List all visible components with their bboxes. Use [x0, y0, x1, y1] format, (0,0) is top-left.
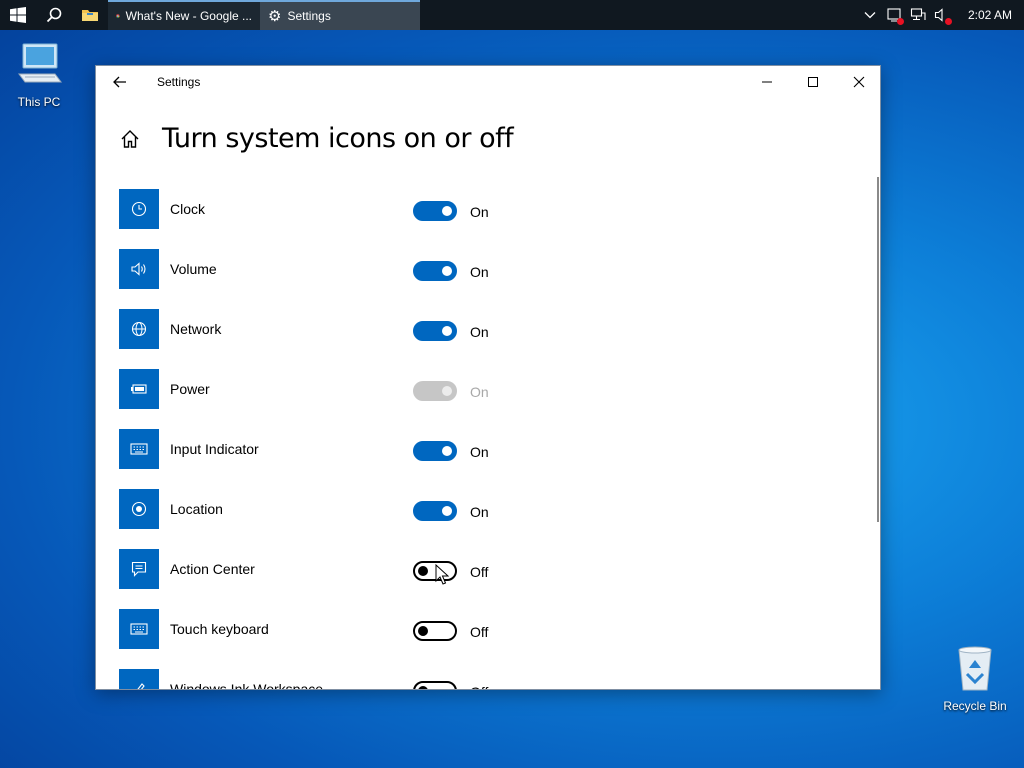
system-tray: 2:02 AM: [858, 0, 1024, 30]
page-header: Turn system icons on or off: [118, 123, 514, 154]
chrome-icon: [116, 14, 120, 18]
back-button[interactable]: [106, 72, 134, 92]
home-button[interactable]: [118, 127, 142, 151]
system-icons-list: Clock On Volume On Network On Power On I…: [119, 189, 819, 690]
taskbar-clock[interactable]: 2:02 AM: [954, 8, 1012, 22]
location-toggle[interactable]: [413, 501, 457, 521]
window-title: Settings: [157, 75, 201, 89]
keyboard-icon: [119, 429, 159, 469]
taskbar-item-chrome[interactable]: What's New - Google ...: [108, 0, 260, 30]
clock-icon: [119, 189, 159, 229]
input-indicator-toggle[interactable]: [413, 441, 457, 461]
computer-icon: [18, 43, 62, 83]
close-button[interactable]: [836, 66, 880, 98]
list-item-input-indicator: Input Indicator On: [119, 429, 819, 489]
gear-icon: ⚙: [268, 7, 282, 25]
recycle-bin-icon: [958, 646, 992, 691]
tray-network-button[interactable]: [906, 7, 930, 23]
network-toggle[interactable]: [413, 321, 457, 341]
item-label: Input Indicator: [170, 441, 259, 457]
folder-icon: [82, 10, 98, 21]
search-button[interactable]: [36, 0, 72, 30]
start-button[interactable]: [0, 0, 36, 30]
maximize-button[interactable]: [790, 66, 836, 98]
this-pc-label: This PC: [17, 95, 61, 109]
list-item-network: Network On: [119, 309, 819, 369]
taskbar-item-settings[interactable]: ⚙ Settings: [260, 0, 420, 30]
toggle-state: On: [470, 204, 489, 220]
list-item-location: Location On: [119, 489, 819, 549]
toggle-state: Off: [470, 564, 489, 580]
item-label: Action Center: [170, 561, 255, 577]
item-label: Network: [170, 321, 222, 337]
item-label: Power: [170, 381, 210, 397]
item-label: Touch keyboard: [170, 621, 269, 637]
network-icon: [910, 8, 926, 21]
minimize-button[interactable]: [744, 66, 790, 98]
page-title: Turn system icons on or off: [162, 123, 514, 154]
arrow-left-icon: [113, 76, 126, 88]
pen-icon: [119, 669, 159, 689]
list-item-clock: Clock On: [119, 189, 819, 249]
toggle-state: On: [470, 384, 489, 400]
location-icon: [119, 489, 159, 529]
touch-keyboard-toggle[interactable]: [413, 621, 457, 641]
mouse-cursor-icon: [435, 564, 449, 585]
battery-icon: [119, 369, 159, 409]
globe-icon: [119, 309, 159, 349]
search-icon: [46, 7, 62, 23]
clock-toggle[interactable]: [413, 201, 457, 221]
maximize-icon: [808, 77, 818, 87]
home-icon: [121, 129, 139, 148]
file-explorer-button[interactable]: [72, 0, 108, 30]
toggle-state: Off: [470, 684, 488, 689]
item-label: Windows Ink Workspace: [170, 681, 324, 690]
volume-toggle[interactable]: [413, 261, 457, 281]
windows-ink-toggle[interactable]: [413, 681, 457, 689]
toggle-state: On: [470, 444, 489, 460]
scrollbar[interactable]: [877, 177, 879, 522]
item-label: Volume: [170, 261, 217, 277]
list-item-power: Power On: [119, 369, 819, 429]
item-label: Location: [170, 501, 223, 517]
list-item-windows-ink-workspace: Windows Ink Workspace Off: [119, 669, 819, 690]
power-toggle: [413, 381, 457, 401]
list-item-action-center: Action Center Off: [119, 549, 819, 609]
taskbar-item-label: What's New - Google ...: [125, 9, 252, 23]
recycle-bin-label: Recycle Bin: [943, 699, 1007, 713]
taskbar: What's New - Google ... ⚙ Settings 2:02 …: [0, 0, 1024, 30]
show-hidden-icons-button[interactable]: [858, 11, 882, 19]
minimize-icon: [762, 81, 772, 83]
item-label: Clock: [170, 201, 206, 217]
toggle-state: Off: [470, 624, 489, 640]
list-item-touch-keyboard: Touch keyboard Off: [119, 609, 819, 669]
toggle-state: On: [470, 504, 489, 520]
chevron-up-icon: [864, 12, 876, 19]
settings-window: Settings Turn system icons on or off Clo…: [95, 65, 881, 690]
this-pc-desktop-icon[interactable]: This PC: [4, 40, 74, 109]
keyboard-icon: [119, 609, 159, 649]
windows-logo-icon: [10, 7, 26, 23]
tray-volume-button[interactable]: [930, 7, 954, 25]
recycle-bin-desktop-icon[interactable]: Recycle Bin: [940, 644, 1010, 713]
volume-icon: [119, 249, 159, 289]
title-bar: Settings: [96, 66, 880, 98]
close-icon: [853, 76, 865, 88]
action-center-icon: [119, 549, 159, 589]
tray-security-icon-button[interactable]: [882, 7, 906, 25]
list-item-volume: Volume On: [119, 249, 819, 309]
toggle-state: On: [470, 264, 489, 280]
toggle-state: On: [470, 324, 489, 340]
taskbar-item-label: Settings: [287, 9, 331, 23]
